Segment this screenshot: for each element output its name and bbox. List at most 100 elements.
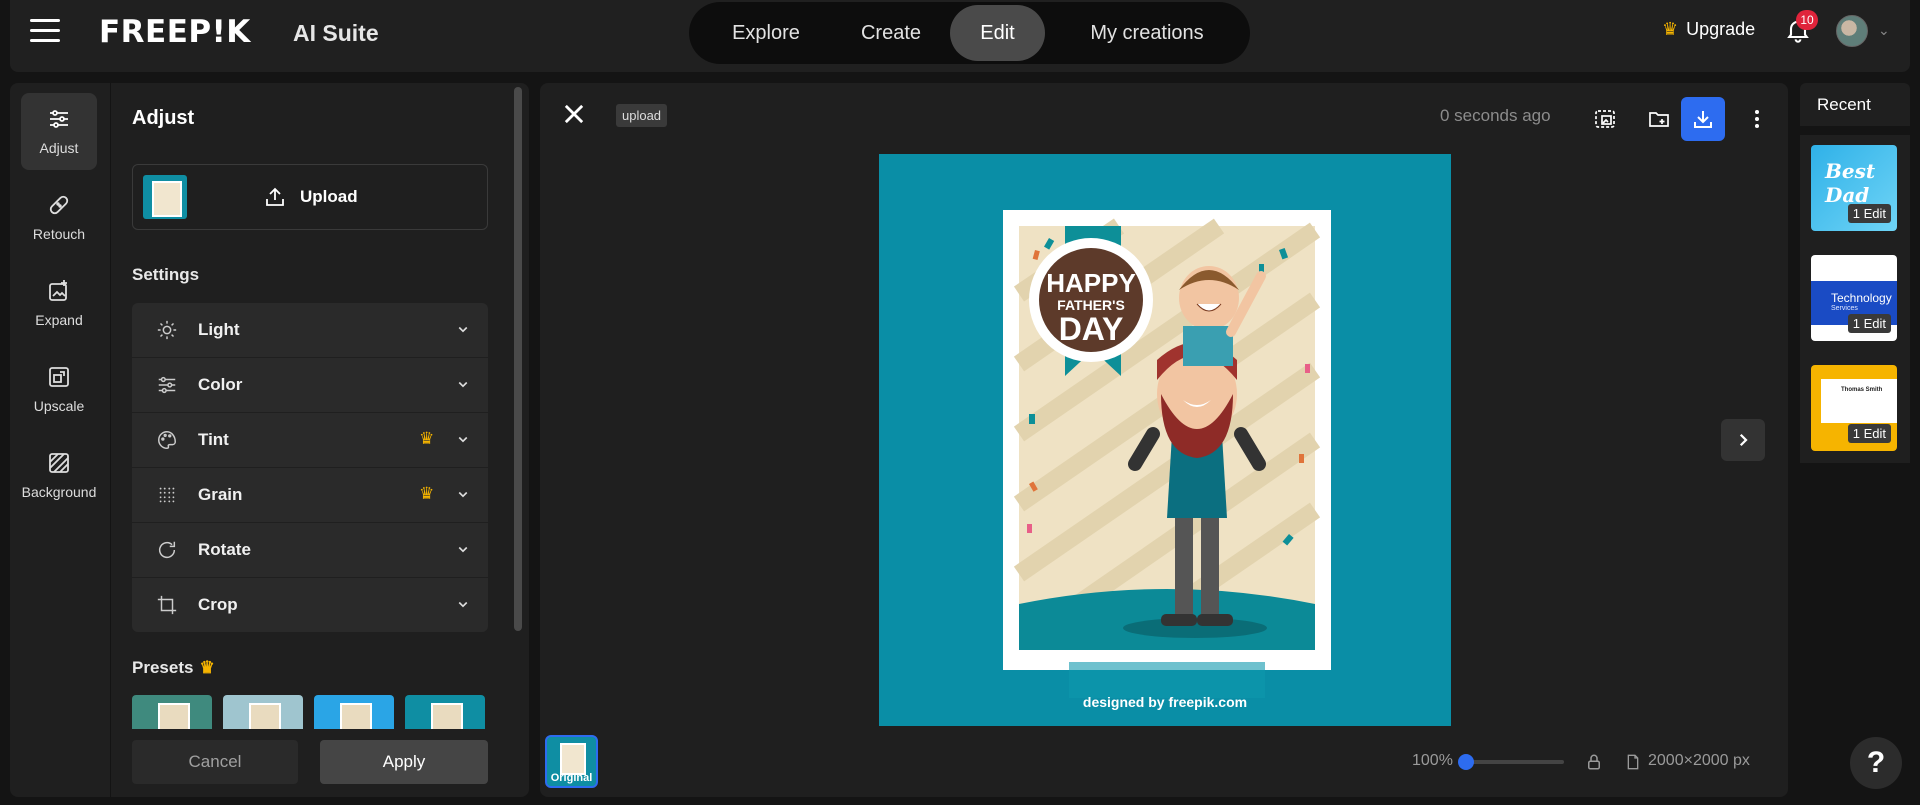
rail-upscale[interactable]: Upscale [21, 351, 97, 428]
palette-icon [158, 431, 176, 449]
close-icon[interactable] [560, 100, 588, 128]
recent-list: Best Dad 1 Edit Technology Services 1 Ed… [1800, 135, 1910, 463]
preset-thumbnail[interactable] [405, 695, 485, 729]
edited-image[interactable]: HAPPY FATHER'S DAY designed by freepik.c… [879, 154, 1451, 726]
rail-label: Adjust [39, 140, 79, 156]
rail-background[interactable]: Background [21, 437, 97, 514]
source-tag: upload [616, 104, 668, 127]
recent-thumb-text: Thomas Smith [1841, 387, 1883, 393]
setting-tint[interactable]: Tint ♛ [132, 413, 488, 467]
rail-expand[interactable]: Expand [21, 265, 97, 342]
rail-label: Background [21, 484, 97, 500]
setting-label: Grain [198, 485, 243, 504]
preset-thumbnail[interactable] [223, 695, 303, 729]
setting-crop[interactable]: Crop [132, 578, 488, 632]
upload-label: Upload [300, 187, 358, 206]
sliders-icon [158, 376, 176, 394]
recent-item[interactable]: Thomas Smith 1 Edit [1811, 365, 1897, 451]
recent-item[interactable]: Technology Services 1 Edit [1811, 255, 1897, 341]
main-nav: Explore Create Edit My creations [689, 2, 1250, 64]
setting-light[interactable]: Light [132, 303, 488, 357]
rail-label: Expand [35, 312, 83, 328]
setting-rotate[interactable]: Rotate [132, 523, 488, 577]
apply-button[interactable]: Apply [320, 740, 488, 784]
expand-icon [49, 280, 67, 301]
chevron-down-icon[interactable]: ⌄ [1878, 22, 1890, 39]
zoom-slider-handle[interactable] [1458, 754, 1474, 770]
sliders-icon [50, 110, 68, 128]
download-icon [1694, 111, 1712, 128]
crown-icon: ♛ [419, 429, 435, 448]
save-to-folder-button[interactable] [1637, 97, 1681, 141]
cancel-button[interactable]: Cancel [132, 740, 298, 784]
image-dimensions: 2000×2000 px [1648, 752, 1750, 769]
file-icon [1627, 754, 1639, 770]
avatar[interactable] [1836, 15, 1868, 47]
chevron-right-icon [1739, 433, 1748, 447]
zoom-slider-track[interactable] [1464, 760, 1564, 764]
upload-button[interactable]: Upload [132, 164, 488, 230]
sun-icon [157, 320, 177, 340]
upscale-icon [49, 367, 69, 387]
setting-label: Rotate [198, 540, 251, 559]
rail-retouch[interactable]: Retouch [21, 179, 97, 256]
setting-color[interactable]: Color [132, 358, 488, 412]
nav-explore[interactable]: Explore [706, 5, 826, 61]
setting-label: Tint [198, 430, 229, 449]
edit-count-badge: 1 Edit [1847, 204, 1891, 223]
card-line-3: DAY [1059, 311, 1124, 347]
rail-label: Retouch [32, 226, 86, 242]
rail-adjust[interactable]: Adjust [21, 93, 97, 170]
canvas-area: upload 0 seconds ago HAPPY FATHER'S DAY … [540, 83, 1788, 797]
panel-title: Adjust [132, 107, 195, 129]
edit-count-badge: 1 Edit [1847, 314, 1891, 333]
upload-icon [266, 187, 284, 206]
card-line-1: HAPPY [1046, 268, 1136, 298]
nav-my-creations[interactable]: My creations [1058, 5, 1236, 61]
download-button[interactable] [1681, 97, 1725, 141]
notification-badge: 10 [1796, 10, 1818, 30]
image-compare-icon [1595, 110, 1615, 128]
setting-label: Color [198, 375, 243, 394]
chevron-down-icon [458, 601, 468, 608]
chevron-down-icon [458, 381, 468, 388]
compare-button[interactable] [1583, 97, 1627, 141]
lock-icon[interactable] [1585, 752, 1603, 772]
saved-time: 0 seconds ago [1440, 106, 1551, 125]
bandage-icon [49, 195, 69, 215]
settings-title: Settings [132, 265, 200, 284]
logo-suite-label: AI Suite [293, 20, 379, 46]
rotate-icon [158, 541, 176, 559]
image-credit: designed by freepik.com [1083, 694, 1247, 710]
upgrade-button[interactable]: ♛ Upgrade [1662, 19, 1755, 40]
zoom-value: 100% [1412, 752, 1453, 769]
original-label: Original [550, 772, 593, 784]
help-button[interactable]: ? [1850, 737, 1902, 789]
kebab-menu-icon [1755, 110, 1759, 128]
original-thumbnail[interactable]: Original [545, 735, 598, 788]
more-options-button[interactable] [1735, 97, 1779, 141]
next-button[interactable] [1721, 419, 1765, 461]
nav-create[interactable]: Create [834, 5, 948, 61]
upload-thumbnail [143, 175, 187, 219]
logo[interactable]: FREEP!K [99, 14, 251, 50]
recent-thumb-text: Technology [1831, 291, 1892, 305]
folder-plus-icon [1649, 112, 1669, 127]
preset-thumbnail[interactable] [132, 695, 212, 729]
fathers-day-illustration: HAPPY FATHER'S DAY designed by freepik.c… [879, 154, 1451, 726]
preset-thumbnail[interactable] [314, 695, 394, 729]
rail-label: Upscale [33, 398, 85, 414]
setting-label: Light [198, 320, 240, 339]
top-bar: FREEP!K AI Suite Explore Create Edit My … [10, 0, 1910, 72]
panel-scrollbar[interactable] [514, 87, 522, 631]
recent-item[interactable]: Best Dad 1 Edit [1811, 145, 1897, 231]
chevron-down-icon [458, 491, 468, 498]
setting-grain[interactable]: Grain ♛ [132, 468, 488, 522]
crown-icon: ♛ [199, 658, 215, 677]
recent-thumb-subtext: Services [1831, 305, 1858, 312]
chevron-down-icon [458, 436, 468, 443]
menu-icon[interactable] [30, 19, 60, 43]
tool-rail: Adjust Retouch Expand Upscale Background [10, 83, 110, 797]
presets-title: Presets ♛ [132, 658, 215, 678]
nav-edit[interactable]: Edit [950, 5, 1045, 61]
